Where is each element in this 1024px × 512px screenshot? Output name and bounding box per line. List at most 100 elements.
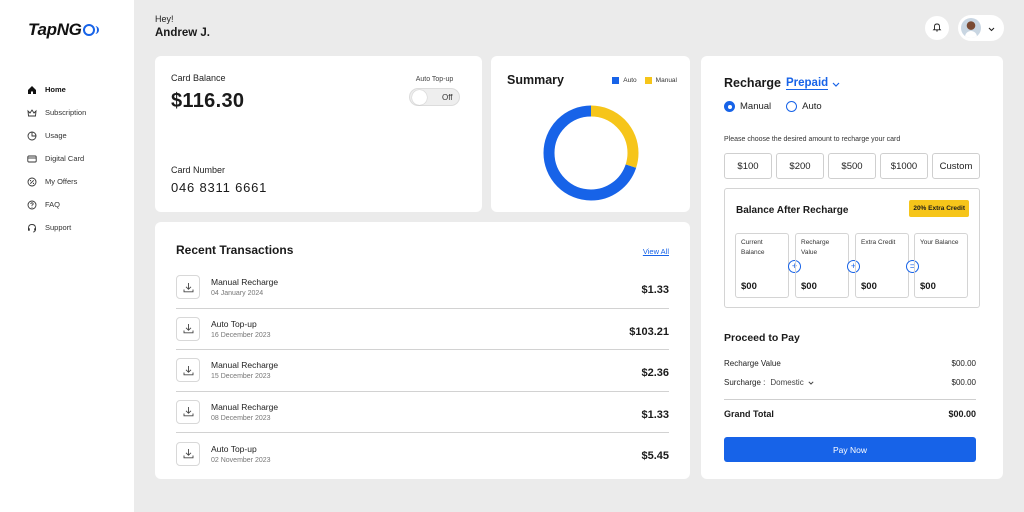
transaction-date: 02 November 2023 [211,456,271,464]
sidebar-item-label: Home [45,85,66,94]
notifications-button[interactable] [925,16,949,40]
transaction-amount: $1.33 [641,284,669,296]
amount-hint: Please choose the desired amount to rech… [724,136,901,143]
current-balance-cell: Current Balance $00 [735,233,789,298]
transaction-date: 16 December 2023 [211,331,271,339]
transaction-row[interactable]: Manual Recharge 15 December 2023 $2.36 [176,350,669,392]
view-all-link[interactable]: View All [643,247,669,256]
amount-100-button[interactable]: $100 [724,153,772,179]
home-icon [26,84,37,95]
sidebar-item-subscription[interactable]: Subscription [26,101,86,124]
toggle-state: Off [442,92,453,102]
legend-manual-label: Manual [655,77,677,84]
radio-dot [786,101,798,112]
balance-after-recharge: Balance After Recharge 20% Extra Credit … [724,188,980,308]
transaction-amount: $1.33 [641,408,669,421]
recharge-value-row: Recharge Value $00.00 [724,359,976,368]
cell-value: $00 [920,281,936,292]
plan-dropdown[interactable]: Prepaid [785,77,829,90]
legend-auto-label: Auto [623,77,637,84]
surcharge-amount: $00.00 [951,378,976,387]
sidebar-item-label: Digital Card [45,154,85,163]
legend-manual: Manual [644,77,677,84]
transaction-name: Manual Recharge [211,401,279,412]
chevron-down-icon [808,378,814,387]
transaction-row[interactable]: Auto Top-up 02 November 2023 $5.45 [176,433,669,475]
cell-value: $00 [741,281,757,292]
radio-dot [724,101,735,112]
your-balance-cell: Your Balance $00 [914,233,968,298]
surcharge-label: Surcharge : [724,378,766,387]
user-menu-button[interactable] [958,15,1004,41]
mode-manual-radio[interactable]: Manual [724,101,771,112]
amount-custom-button[interactable]: Custom [932,153,980,179]
transaction-row[interactable]: Manual Recharge 04 January 2024 $1.33 [176,267,669,309]
cell-label: Extra Credit [861,239,896,246]
recharge-card: Recharge Prepaid Manual Auto Please choo… [701,56,1003,479]
card-balance-label: Card Balance [171,73,226,83]
card-balance-amount: $116.30 [171,90,245,112]
sidebar-item-usage[interactable]: Usage [26,124,86,147]
legend-manual-swatch [644,77,652,84]
transaction-row[interactable]: Manual Recharge 08 December 2023 $1.33 [176,392,669,433]
summary-card: Summary Auto Manual [491,56,690,212]
surcharge-option: Domestic [770,378,804,387]
transaction-row[interactable]: Auto Top-up 16 December 2023 $103.21 [176,309,669,350]
legend-auto: Auto [612,77,637,84]
summary-legend: Auto Manual [604,77,677,84]
cell-label: Your Balance [920,239,959,246]
cell-label: Recharge Value [801,239,830,256]
surcharge-row: Surcharge : Domestic $00.00 [724,378,976,387]
sidebar: TapNG Home Subscription Usage Digital Ca… [0,0,134,512]
auto-topup-toggle[interactable]: Off [409,88,460,106]
proceed-to-pay-title: Proceed to Pay [724,332,800,344]
amount-1000-button[interactable]: $1000 [880,153,928,179]
balance-card: Card Balance $116.30 Auto Top-up Off Car… [155,56,482,212]
sidebar-item-label: Support [45,223,72,232]
cell-label: Current Balance [741,239,765,256]
chevron-down-icon[interactable] [832,74,840,92]
recharge-title: Recharge [724,76,781,90]
sidebar-item-digital-card[interactable]: Digital Card [26,147,86,170]
mode-auto-radio[interactable]: Auto [786,101,822,112]
transaction-date: 04 January 2024 [211,290,264,298]
recharge-mode: Manual Auto [724,101,837,112]
chevron-down-icon [988,19,995,37]
amount-500-button[interactable]: $500 [828,153,876,179]
download-icon[interactable] [176,358,200,383]
transactions-card: Recent Transactions View All Manual Rech… [155,222,690,479]
download-icon[interactable] [176,399,200,424]
card-number: 046 8311 6661 [171,180,268,195]
transaction-list: Manual Recharge 04 January 2024 $1.33 Aut… [176,267,669,475]
user-name: Andrew J. [155,27,210,39]
cell-value: $00 [801,281,817,292]
toggle-knob [412,89,427,105]
recharge-header: Recharge Prepaid [724,74,840,92]
app-logo[interactable]: TapNG [28,20,99,40]
grand-total-amount: $00.00 [948,409,976,419]
pay-now-button[interactable]: Pay Now [724,437,976,462]
transaction-amount: $2.36 [641,367,669,379]
legend-auto-swatch [612,77,620,84]
sidebar-item-label: Subscription [45,108,87,117]
headset-icon [26,222,37,233]
logo-text: TapNG [28,20,82,39]
bar-title: Balance After Recharge [736,205,849,216]
transaction-amount: $103.21 [629,325,669,338]
download-icon[interactable] [176,316,200,341]
transaction-name: Manual Recharge [211,277,279,288]
card-number-label: Card Number [171,165,226,175]
transaction-name: Auto Top-up [211,443,257,454]
sidebar-item-home[interactable]: Home [26,78,86,101]
sidebar-item-my-offers[interactable]: My Offers [26,170,86,193]
sidebar-item-faq[interactable]: FAQ [26,193,86,216]
sidebar-item-support[interactable]: Support [26,216,86,239]
summary-donut-chart [543,105,639,201]
grand-total-label: Grand Total [724,409,774,419]
amount-200-button[interactable]: $200 [776,153,824,179]
download-icon[interactable] [176,275,200,300]
surcharge-select[interactable]: Domestic [770,378,814,387]
grand-total-row: Grand Total $00.00 [724,409,976,419]
download-icon[interactable] [176,441,200,466]
divider [724,399,976,400]
